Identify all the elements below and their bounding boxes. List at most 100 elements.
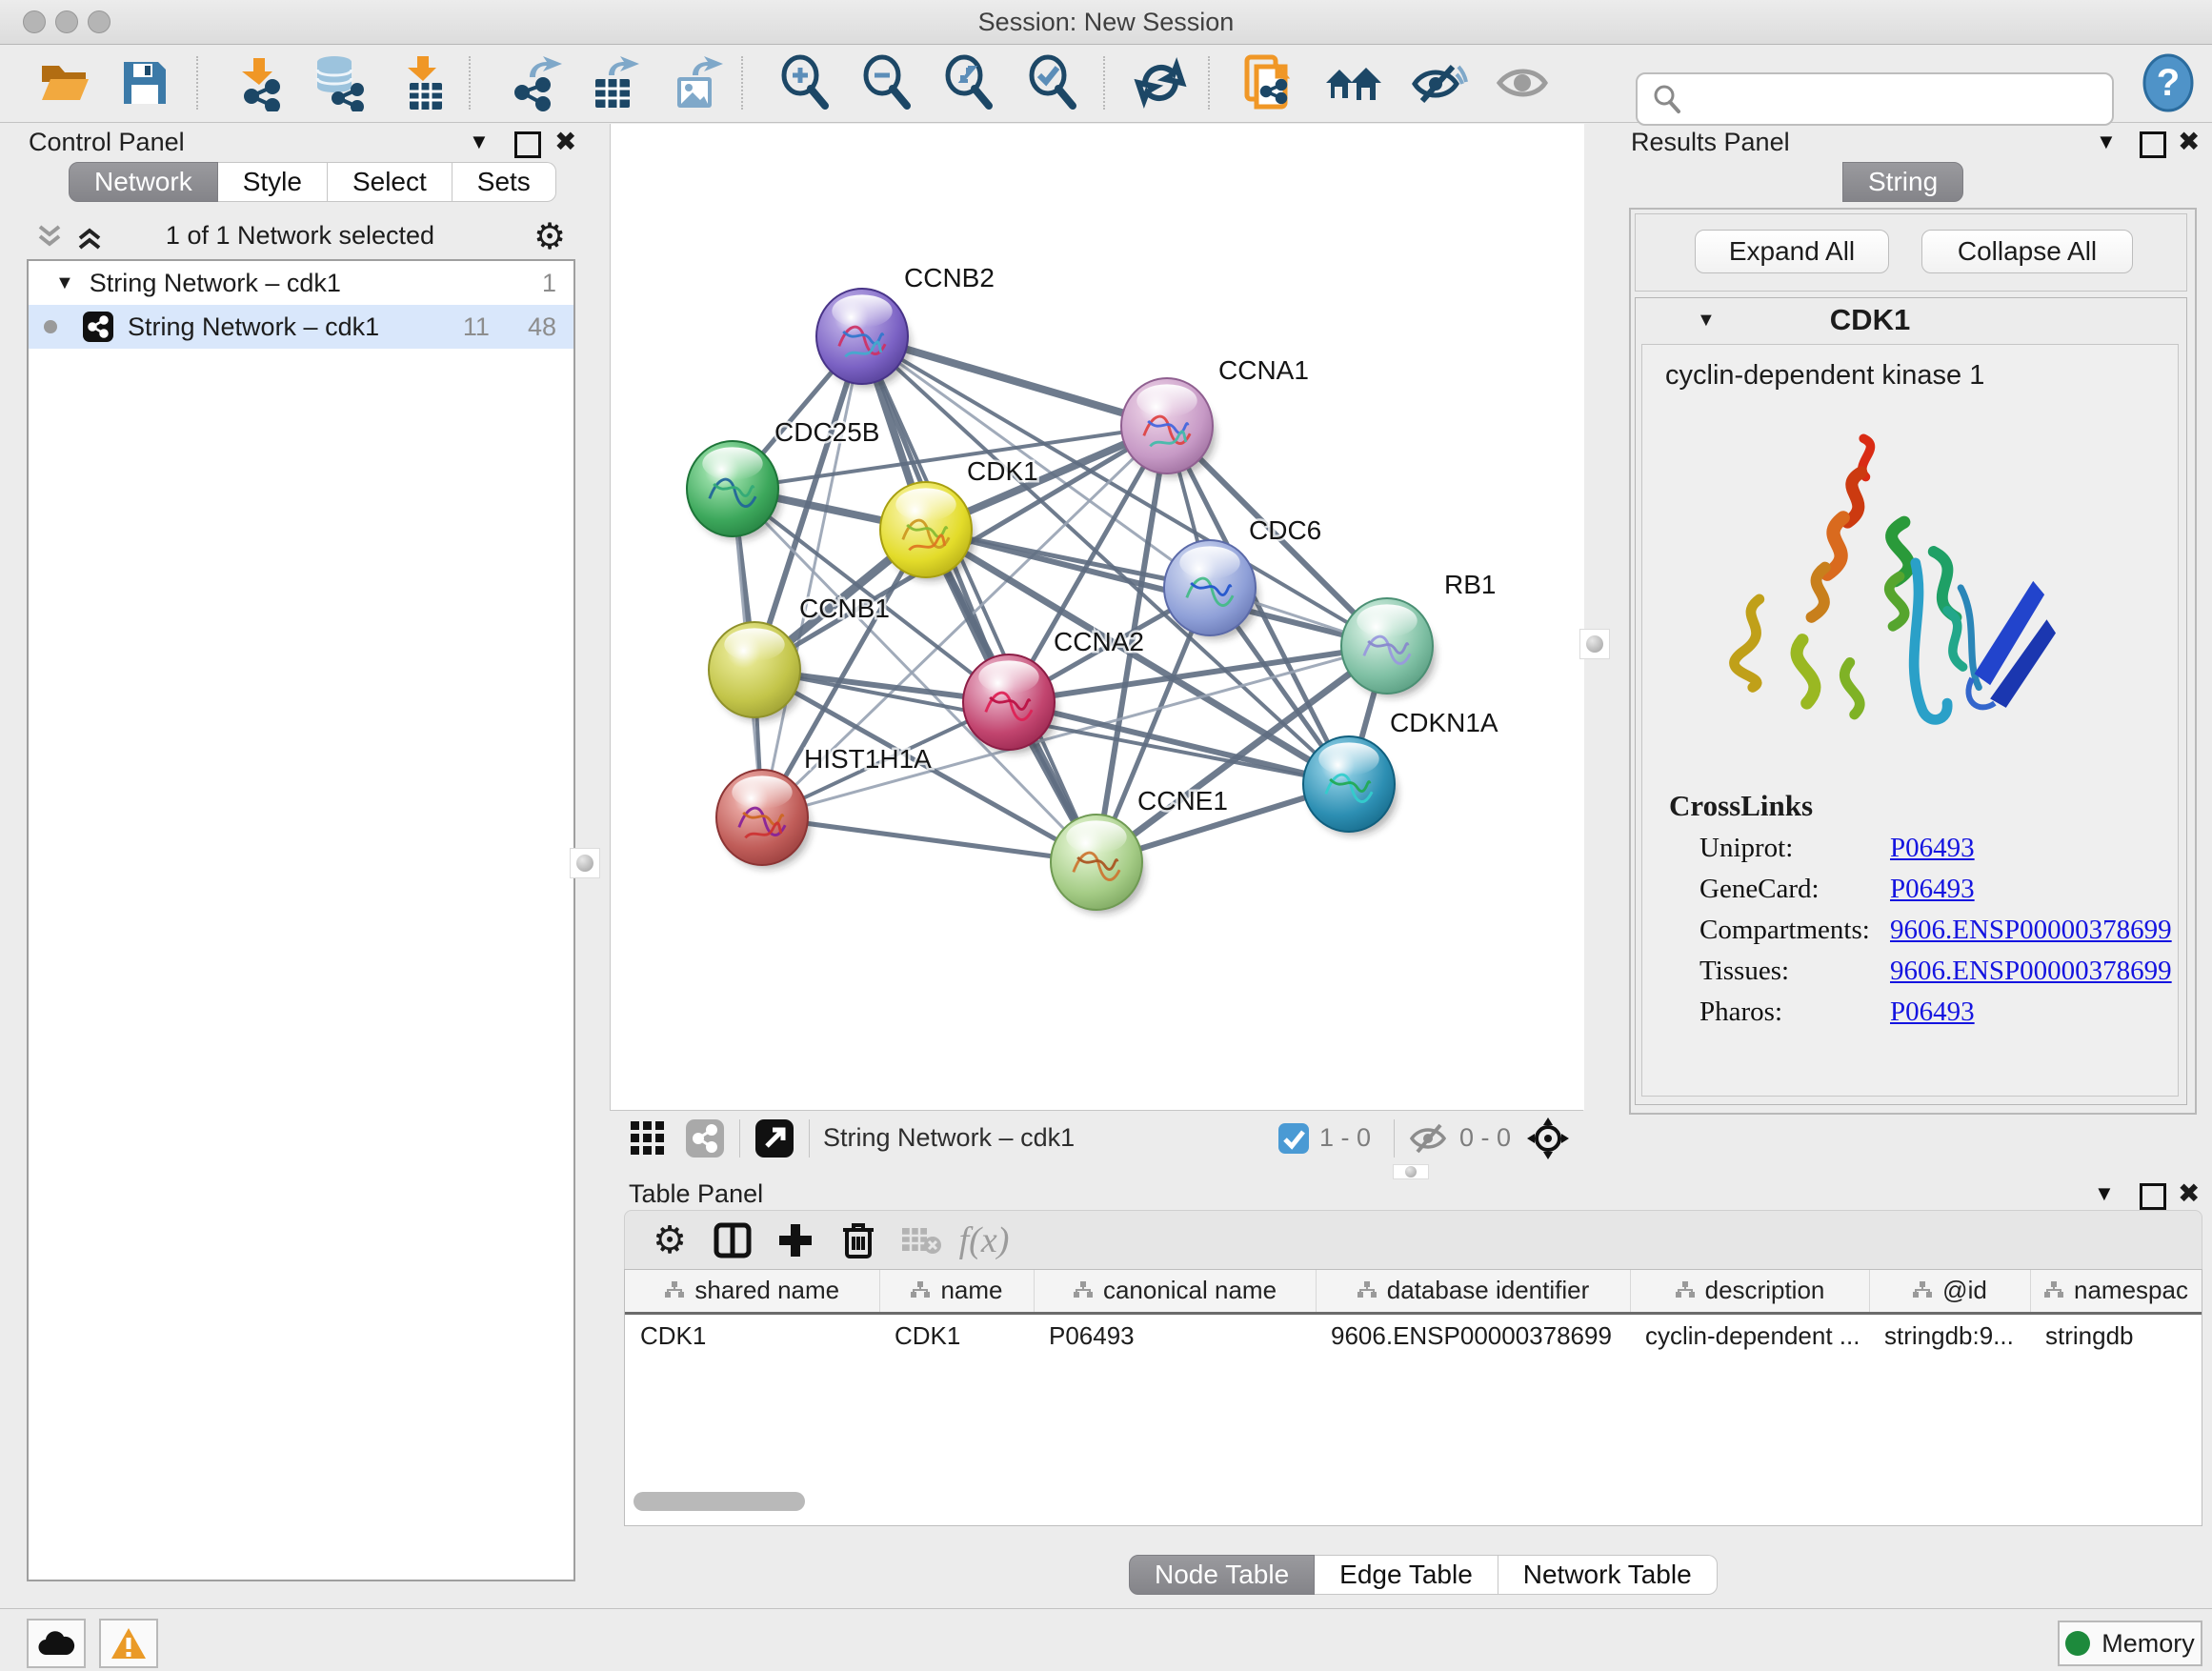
- table-panel-close-icon[interactable]: ✖: [2178, 1178, 2200, 1209]
- selected-count-checkbox-icon[interactable]: [1277, 1122, 1310, 1155]
- network-edge-CCNE1-HIST1H1A[interactable]: [762, 817, 1096, 862]
- network-node-RB1[interactable]: RB1: [1341, 570, 1496, 697]
- import-network-database-button[interactable]: [309, 52, 370, 113]
- memory-button[interactable]: Memory: [2058, 1621, 2202, 1666]
- zoom-fit-button[interactable]: [937, 52, 998, 113]
- crosslink-label: Tissues:: [1699, 956, 1890, 987]
- delete-column-trash-icon[interactable]: [827, 1217, 890, 1264]
- expand-all-button[interactable]: Expand All: [1695, 230, 1889, 273]
- search-input[interactable]: [1691, 79, 2112, 119]
- column-header-namespac[interactable]: namespac: [2030, 1270, 2202, 1314]
- warning-triangle-icon: [110, 1626, 148, 1661]
- copy-network-button[interactable]: [1238, 52, 1299, 113]
- gene-section-header[interactable]: ▼ CDK1: [1636, 298, 2186, 342]
- export-table-button[interactable]: [583, 52, 644, 113]
- tab-network[interactable]: Network: [69, 162, 218, 202]
- delete-table-icon[interactable]: [890, 1217, 953, 1264]
- network-node-CDKN1A[interactable]: CDKN1A: [1303, 708, 1498, 836]
- network-node-HIST1H1A[interactable]: HIST1H1A: [716, 744, 932, 869]
- network-node-CCNA1[interactable]: CCNA1: [1121, 355, 1309, 477]
- import-network-file-button[interactable]: [229, 52, 290, 113]
- gene-description: cyclin-dependent kinase 1: [1665, 360, 2178, 392]
- results-panel-close-icon[interactable]: ✖: [2178, 126, 2200, 157]
- crosslink-link[interactable]: P06493: [1890, 997, 1975, 1028]
- left-splitter-handle[interactable]: [570, 848, 600, 878]
- birds-eye-crosshair-icon[interactable]: [1526, 1117, 1570, 1160]
- crosslink-label: GeneCard:: [1699, 874, 1890, 905]
- warnings-button[interactable]: [99, 1619, 158, 1668]
- results-panel-menu-caret[interactable]: ▼: [2096, 130, 2117, 154]
- control-panel-float-icon[interactable]: [514, 131, 541, 158]
- function-builder-icon[interactable]: f(x): [953, 1217, 1016, 1264]
- column-header-name[interactable]: name: [879, 1270, 1034, 1314]
- tab-select[interactable]: Select: [328, 162, 452, 202]
- column-header-canonical-name[interactable]: canonical name: [1034, 1270, 1316, 1314]
- control-panel-menu-caret[interactable]: ▼: [469, 130, 490, 154]
- open-session-button[interactable]: [34, 52, 95, 113]
- table-cell: P06493: [1034, 1314, 1316, 1358]
- network-single-view-icon[interactable]: [684, 1117, 726, 1159]
- node-table[interactable]: shared namenamecanonical namedatabase id…: [624, 1269, 2202, 1526]
- zoom-selected-button[interactable]: [1021, 52, 1082, 113]
- column-header--id[interactable]: @id: [1869, 1270, 2030, 1314]
- network-graph[interactable]: CCNB2CCNA1CDC25BCDK1CDC6RB1CCNB1CCNA2CDK…: [611, 124, 1584, 1110]
- network-collection-row[interactable]: ▼ String Network – cdk1 1: [29, 261, 573, 305]
- network-row-selected[interactable]: String Network – cdk1 11 48: [29, 305, 573, 349]
- network-node-CCNE1[interactable]: CCNE1: [1051, 786, 1228, 914]
- crosslink-link[interactable]: P06493: [1890, 874, 1975, 905]
- crosslink-link[interactable]: 9606.ENSP00000378699: [1890, 915, 2172, 946]
- column-header-database-identifier[interactable]: database identifier: [1316, 1270, 1630, 1314]
- network-share-icon: [82, 311, 114, 343]
- statusbar-separator: [1394, 1119, 1395, 1158]
- collapse-all-button[interactable]: Collapse All: [1921, 230, 2133, 273]
- table-row[interactable]: CDK1CDK1P064939606.ENSP00000378699cyclin…: [625, 1314, 2202, 1358]
- hidden-count-eye-slash-icon[interactable]: [1408, 1121, 1450, 1156]
- cloud-status-button[interactable]: [27, 1619, 86, 1668]
- eye-slash-icon: [1409, 57, 1468, 109]
- table-panel-menu-caret[interactable]: ▼: [2094, 1181, 2115, 1206]
- tab-string[interactable]: String: [1842, 162, 1963, 202]
- gene-disclosure-triangle[interactable]: ▼: [1697, 310, 1716, 332]
- export-image-button[interactable]: [665, 52, 726, 113]
- collection-disclosure-triangle[interactable]: ▼: [55, 272, 74, 294]
- show-all-button[interactable]: [1492, 52, 1553, 113]
- tab-sets[interactable]: Sets: [452, 162, 556, 202]
- tab-network-table[interactable]: Network Table: [1498, 1555, 1718, 1595]
- import-table-button[interactable]: [392, 52, 453, 113]
- zoom-in-icon: [777, 54, 831, 111]
- control-panel-close-icon[interactable]: ✖: [554, 126, 576, 157]
- tab-node-table[interactable]: Node Table: [1129, 1555, 1315, 1595]
- column-header-description[interactable]: description: [1630, 1270, 1869, 1314]
- tab-edge-table[interactable]: Edge Table: [1315, 1555, 1498, 1595]
- application-window: Session: New Session: [0, 0, 2212, 1671]
- apply-layout-button[interactable]: [1130, 52, 1191, 113]
- save-session-button[interactable]: [114, 52, 175, 113]
- help-button[interactable]: ?: [2138, 52, 2199, 113]
- crosslink-link[interactable]: 9606.ENSP00000378699: [1890, 956, 2172, 987]
- zoom-in-button[interactable]: [774, 52, 835, 113]
- table-options-gear-icon[interactable]: ⚙: [638, 1217, 701, 1264]
- gene-details: cyclin-dependent kinase 1: [1641, 344, 2179, 1097]
- network-options-gear-icon[interactable]: ⚙: [533, 215, 566, 258]
- export-network-button[interactable]: [503, 52, 564, 113]
- tab-style[interactable]: Style: [218, 162, 328, 202]
- detach-view-icon[interactable]: [754, 1117, 795, 1159]
- zoom-out-button[interactable]: [855, 52, 916, 113]
- results-panel-float-icon[interactable]: [2140, 131, 2166, 158]
- network-edge-CDK1-RB1[interactable]: [926, 530, 1387, 646]
- network-node-CCNB1[interactable]: CCNB1: [709, 594, 890, 721]
- table-horizontal-scrollbar[interactable]: [633, 1492, 805, 1511]
- hide-selected-button[interactable]: [1408, 52, 1469, 113]
- column-header-shared-name[interactable]: shared name: [625, 1270, 879, 1314]
- show-columns-icon[interactable]: [701, 1217, 764, 1264]
- add-column-icon[interactable]: [764, 1217, 827, 1264]
- network-node-CDC25B[interactable]: CDC25B: [687, 417, 879, 540]
- network-edge-CCNB2-CCNE1[interactable]: [862, 336, 1096, 862]
- string-home-button[interactable]: [1322, 52, 1383, 113]
- network-grid-view-icon[interactable]: [629, 1119, 667, 1158]
- network-tree: ▼ String Network – cdk1 1 String Network…: [27, 259, 575, 1581]
- open-folder-icon: [38, 58, 91, 108]
- crosslink-link[interactable]: P06493: [1890, 833, 1975, 864]
- table-panel-float-icon[interactable]: [2140, 1183, 2166, 1210]
- network-view-canvas[interactable]: CCNB2CCNA1CDC25BCDK1CDC6RB1CCNB1CCNA2CDK…: [610, 124, 1584, 1110]
